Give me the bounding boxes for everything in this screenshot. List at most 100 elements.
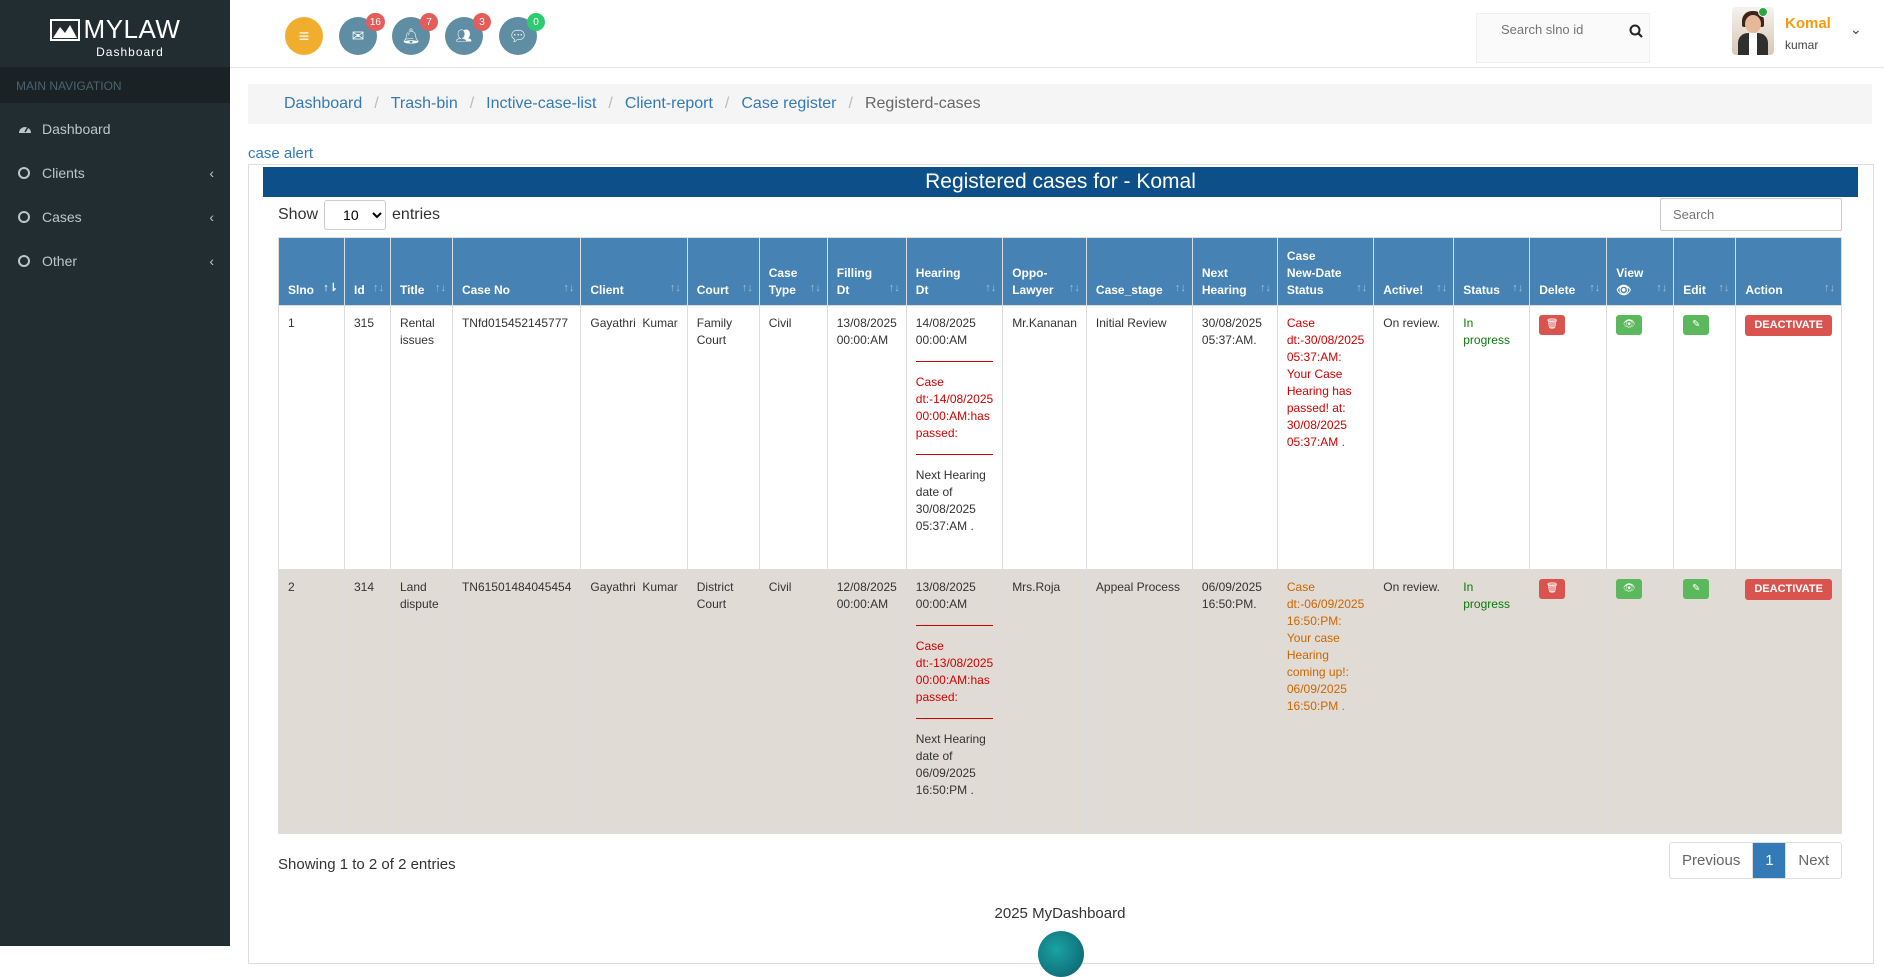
view-button[interactable]: 👁︎ bbox=[1616, 315, 1643, 335]
users-button[interactable]: 👥︎ 3 bbox=[445, 13, 491, 55]
cell-status: In progress bbox=[1453, 569, 1531, 834]
hearing-next: Next Hearing date of 06/09/2025 16:50:PM… bbox=[915, 732, 986, 797]
previous-button[interactable]: Previous bbox=[1670, 843, 1752, 878]
delete-button[interactable]: 🗑︎ bbox=[1539, 579, 1566, 599]
dashboard-icon bbox=[18, 122, 32, 137]
column-header-hearing-dt[interactable]: Hearing Dt ↑↓ bbox=[905, 237, 1004, 306]
case-alert-link[interactable]: case alert bbox=[248, 145, 313, 162]
column-header-court[interactable]: Court ↑↓ bbox=[686, 237, 760, 306]
sidebar-item-clients[interactable]: Clients ‹ bbox=[0, 151, 230, 195]
next-button[interactable]: Next bbox=[1786, 843, 1841, 878]
entries-select[interactable]: 10 bbox=[324, 200, 387, 230]
envelope-icon: ✉ bbox=[351, 28, 365, 45]
sidebar-item-label: Other bbox=[42, 253, 78, 269]
column-header-case-type[interactable]: Case Type ↑↓ bbox=[758, 237, 828, 306]
edit-button[interactable]: ✎ bbox=[1683, 579, 1710, 599]
view-button[interactable]: 👁︎ bbox=[1616, 579, 1643, 599]
table-info: Showing 1 to 2 of 2 entries bbox=[278, 856, 456, 873]
page-title: Registered cases for - Komal bbox=[263, 167, 1858, 197]
deactivate-button[interactable]: DEACTIVATE bbox=[1745, 315, 1832, 336]
cell-filling-dt: 12/08/2025 00:00:AM bbox=[826, 569, 907, 834]
column-header-slno[interactable]: Slno ↑⇂ bbox=[278, 237, 345, 306]
footer-logo bbox=[1038, 931, 1084, 977]
chevron-left-icon: ‹ bbox=[209, 253, 214, 269]
hearing-alert: Case dt:-14/08/2025 00:00:AM:has passed: bbox=[915, 375, 994, 440]
edit-icon: ✎ bbox=[1692, 583, 1701, 594]
hearing-alert: Case dt:-13/08/2025 00:00:AM:has passed: bbox=[915, 639, 994, 704]
slno-search bbox=[1476, 13, 1650, 63]
column-header-view[interactable]: View 👁︎ ↑↓ bbox=[1606, 237, 1675, 306]
avatar[interactable] bbox=[1732, 7, 1774, 55]
column-header-oppo-lawyer[interactable]: Oppo-Lawyer ↑↓ bbox=[1002, 237, 1087, 306]
column-header-next-hearing[interactable]: Next Hearing ↑↓ bbox=[1191, 237, 1278, 306]
breadcrumb-client-report[interactable]: Client-report bbox=[625, 95, 713, 113]
breadcrumb-case-register[interactable]: Case register bbox=[741, 95, 836, 113]
breadcrumb-dashboard[interactable]: Dashboard bbox=[284, 95, 362, 113]
notifications-button[interactable]: 🔔︎ 7 bbox=[392, 13, 438, 55]
chevron-left-icon: ‹ bbox=[209, 165, 214, 181]
column-header-case-no[interactable]: Case No ↑↓ bbox=[451, 237, 582, 306]
cell-edit: ✎ bbox=[1673, 569, 1737, 834]
column-header-client[interactable]: Client ↑↓ bbox=[580, 237, 688, 306]
user-subname: kumar bbox=[1785, 38, 1819, 52]
column-header-filling-dt[interactable]: Filling Dt ↑↓ bbox=[826, 237, 907, 306]
breadcrumb-inactive-case-list[interactable]: Inctive-case-list bbox=[486, 95, 596, 113]
trash-icon: 🗑︎ bbox=[1545, 583, 1559, 594]
edit-button[interactable]: ✎ bbox=[1683, 315, 1710, 335]
column-header-edit[interactable]: Edit ↑↓ bbox=[1673, 237, 1737, 306]
table-row: 1 315 Rental issues TNfd015452145777 Gay… bbox=[278, 305, 1842, 570]
slno-search-input[interactable] bbox=[1501, 22, 1621, 37]
column-header-status[interactable]: Status ↑↓ bbox=[1453, 237, 1531, 306]
cell-action: DEACTIVATE bbox=[1735, 569, 1842, 834]
cell-delete: 🗑︎ bbox=[1529, 569, 1608, 834]
column-header-delete[interactable]: Delete ↑↓ bbox=[1529, 237, 1608, 306]
cell-court: District Court bbox=[686, 569, 760, 834]
search-icon[interactable] bbox=[1629, 24, 1643, 42]
cell-edit: ✎ bbox=[1673, 305, 1737, 570]
page-1-button[interactable]: 1 bbox=[1752, 843, 1787, 878]
cell-active: On review. bbox=[1373, 305, 1455, 570]
user-name[interactable]: Komal bbox=[1785, 15, 1831, 32]
column-header-action[interactable]: Action ↑↓ bbox=[1735, 237, 1842, 306]
entries-label: entries bbox=[392, 206, 441, 223]
sort-icon: ↑↓ bbox=[1718, 282, 1730, 294]
cell-new-date-status: Case dt:-06/09/2025 16:50:PM: Your case … bbox=[1276, 569, 1375, 834]
brand-name: MYLAW bbox=[83, 14, 181, 44]
cell-next-hearing: 06/09/2025 16:50:PM. bbox=[1191, 569, 1278, 834]
column-header-case-new-date-status[interactable]: Case New-Date Status ↑↓ bbox=[1276, 237, 1375, 306]
sidebar-item-cases[interactable]: Cases ‹ bbox=[0, 195, 230, 239]
breadcrumb-trash-bin[interactable]: Trash-bin bbox=[391, 95, 458, 113]
sidebar-item-dashboard[interactable]: Dashboard bbox=[0, 107, 230, 151]
sidebar-item-label: Clients bbox=[42, 165, 85, 181]
cell-hearing-dt: 14/08/2025 00:00:AM Case dt:-14/08/2025 … bbox=[905, 305, 1004, 570]
column-header-id[interactable]: Id ↑↓ bbox=[343, 237, 391, 306]
chat-icon: 💬︎ bbox=[508, 28, 528, 45]
column-header-title[interactable]: Title ↑↓ bbox=[389, 237, 453, 306]
hamburger-icon: ≡ bbox=[298, 25, 310, 46]
footer-text: 2025 MyDashboard bbox=[994, 905, 1126, 922]
sort-icon: ↑↓ bbox=[1436, 282, 1448, 294]
chevron-down-icon[interactable]: ⌄ bbox=[1850, 21, 1862, 38]
deactivate-button[interactable]: DEACTIVATE bbox=[1745, 579, 1832, 600]
sort-icon: ↑↓ bbox=[985, 282, 997, 294]
cell-case-stage: Initial Review bbox=[1085, 305, 1193, 570]
trash-icon: 🗑︎ bbox=[1545, 319, 1559, 330]
sidebar-item-other[interactable]: Other ‹ bbox=[0, 239, 230, 283]
cell-oppo-lawyer: Mrs.Roja bbox=[1002, 569, 1087, 834]
cell-view: 👁︎ bbox=[1606, 305, 1675, 570]
delete-button[interactable]: 🗑︎ bbox=[1539, 315, 1566, 335]
hearing-date: 14/08/2025 00:00:AM bbox=[915, 316, 976, 347]
table-search-input[interactable] bbox=[1660, 198, 1842, 231]
column-header-case-stage[interactable]: Case_stage ↑↓ bbox=[1085, 237, 1193, 306]
cell-oppo-lawyer: Mr.Kananan bbox=[1002, 305, 1087, 570]
sort-icon: ↑↓ bbox=[1656, 282, 1668, 294]
brand-sub: Dashboard bbox=[96, 45, 164, 59]
sort-icon: ↑↓ bbox=[1356, 282, 1368, 294]
circle-icon bbox=[18, 167, 30, 179]
column-header-active[interactable]: Active! ↑↓ bbox=[1373, 237, 1455, 306]
menu-toggle-button[interactable]: ≡ bbox=[285, 17, 323, 55]
table-row: 2 314 Land dispute TN61501484045454 Gaya… bbox=[278, 569, 1842, 834]
mail-button[interactable]: ✉ 16 bbox=[339, 13, 385, 55]
chat-button[interactable]: 💬︎ 0 bbox=[499, 13, 545, 55]
logo[interactable]: MYLAW Dashboard bbox=[0, 0, 230, 67]
